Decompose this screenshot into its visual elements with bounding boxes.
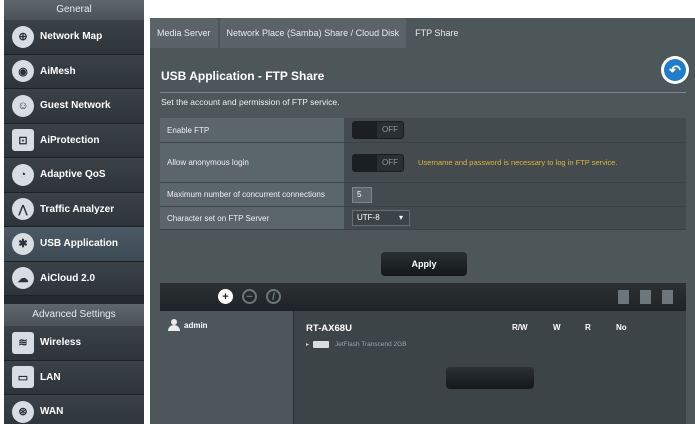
sidebar-item-label: Guest Network [40, 100, 111, 112]
sidebar-item-usb-application[interactable]: ✱ USB Application [4, 227, 144, 262]
setting-value: 5 [344, 183, 686, 206]
setting-row-max-connections: Maximum number of concurrent connections… [160, 183, 686, 207]
top-bar [150, 0, 695, 18]
sidebar-item-label: LAN [40, 371, 61, 383]
expand-arrow-icon: ▸ [306, 342, 310, 348]
usb-disk-icon [313, 341, 330, 348]
enable-ftp-toggle[interactable]: OFF [352, 121, 404, 139]
lock-icon: ⊡ [12, 129, 34, 152]
cloud-icon: ☁ [12, 267, 34, 290]
panel-toolbar: + − / [160, 283, 686, 311]
content-panel: USB Application - FTP Share ↶ Set the ac… [150, 48, 695, 424]
user-name: admin [184, 320, 208, 330]
sidebar-item-aiprotection[interactable]: ⊡ AiProtection [4, 123, 144, 158]
column-header-r: R [585, 323, 591, 332]
user-icon [168, 319, 180, 331]
add-folder-icon[interactable] [618, 290, 629, 304]
setting-row-charset: Character set on FTP Server UTF-8 ▾ [160, 207, 686, 230]
sidebar-item-label: AiProtection [40, 134, 100, 146]
device-name: RT-AX68U [306, 323, 352, 334]
column-header-rw: R/W [512, 323, 528, 332]
max-connections-input[interactable]: 5 [352, 186, 372, 203]
lan-icon: ▭ [12, 366, 34, 389]
sidebar-item-wan[interactable]: ⊛ WAN [4, 395, 144, 424]
anonymous-login-hint: Username and password is necessary to lo… [418, 158, 618, 167]
chevron-down-icon: ▾ [398, 213, 403, 222]
charset-select[interactable]: UTF-8 ▾ [352, 210, 410, 226]
sidebar-advanced-header: Advanced Settings [4, 304, 144, 326]
sidebar-item-guest-network[interactable]: ☺ Guest Network [4, 89, 144, 124]
apply-button[interactable]: Apply [381, 252, 467, 276]
globe-icon: ⊛ [12, 400, 34, 423]
share-permission-panel: + − / admin RT-AX68U R/W W R No ▸ JetFla… [160, 283, 686, 424]
column-header-w: W [553, 323, 561, 332]
toggle-state: OFF [382, 125, 398, 134]
user-list: admin [160, 311, 294, 424]
rename-folder-icon[interactable] [662, 290, 673, 304]
sidebar-item-wireless[interactable]: ≋ Wireless [4, 326, 144, 361]
setting-value: OFF Username and password is necessary t… [344, 143, 686, 182]
main-area: Media Server Network Place (Samba) Share… [150, 0, 695, 424]
sidebar-general-header: General [4, 0, 144, 20]
sidebar-item-label: Network Map [40, 31, 103, 43]
setting-label: Enable FTP [160, 118, 344, 142]
tab-ftp-share[interactable]: FTP Share [408, 18, 466, 48]
user-item-admin[interactable]: admin [168, 319, 208, 331]
wifi-icon: ≋ [12, 331, 34, 354]
tab-network-place[interactable]: Network Place (Samba) Share / Cloud Disk [219, 18, 407, 48]
speedometer-icon: ◔ [12, 163, 34, 186]
setting-label: Allow anonymous login [160, 143, 344, 182]
sidebar-item-label: WAN [40, 406, 64, 418]
edit-user-icon[interactable]: / [266, 289, 281, 304]
add-user-icon[interactable]: + [218, 289, 233, 304]
setting-label: Maximum number of concurrent connections [160, 183, 344, 206]
charset-selected-value: UTF-8 [357, 213, 380, 222]
sidebar-item-label: AiMesh [40, 65, 76, 77]
back-button[interactable]: ↶ [661, 56, 689, 84]
delete-folder-icon[interactable] [640, 290, 651, 304]
setting-row-enable-ftp: Enable FTP OFF [160, 118, 686, 143]
guest-network-icon: ☺ [12, 94, 34, 117]
setting-row-anonymous-login: Allow anonymous login OFF Username and p… [160, 143, 686, 183]
sidebar-item-label: USB Application [40, 238, 118, 250]
sidebar: General ⊕ Network Map ◉ AiMesh ☺ Guest N… [4, 0, 144, 424]
chart-icon: ⋀ [12, 198, 34, 221]
sidebar-item-traffic-analyzer[interactable]: ⋀ Traffic Analyzer [4, 192, 144, 227]
tab-media-server[interactable]: Media Server [150, 18, 218, 48]
anonymous-login-toggle[interactable]: OFF [352, 153, 404, 172]
toggle-state: OFF [382, 157, 398, 167]
sidebar-item-label: Wireless [40, 337, 82, 349]
sidebar-item-lan[interactable]: ▭ LAN [4, 360, 144, 395]
disk-item[interactable]: ▸ JetFlash Transcend 2GB [306, 341, 407, 348]
sidebar-item-aicloud[interactable]: ☁ AiCloud 2.0 [4, 261, 144, 296]
disk-name: JetFlash Transcend 2GB [335, 341, 407, 348]
sidebar-item-label: Adaptive QoS [40, 169, 106, 181]
toggle-knob [353, 154, 377, 171]
remove-user-icon[interactable]: − [242, 289, 257, 304]
toggle-knob [353, 122, 377, 138]
setting-value: UTF-8 ▾ [344, 207, 686, 229]
puzzle-icon: ✱ [12, 232, 34, 255]
sidebar-item-network-map[interactable]: ⊕ Network Map [4, 20, 144, 55]
back-arrow-icon: ↶ [664, 59, 686, 81]
sidebar-separator [4, 296, 144, 304]
sidebar-item-label: AiCloud 2.0 [40, 272, 96, 284]
page-description: Set the account and permission of FTP se… [161, 97, 340, 107]
tab-bar: Media Server Network Place (Samba) Share… [150, 18, 467, 48]
aimesh-icon: ◉ [12, 60, 34, 83]
sidebar-item-adaptive-qos[interactable]: ◔ Adaptive QoS [4, 158, 144, 193]
network-map-icon: ⊕ [12, 25, 34, 48]
sidebar-item-label: Traffic Analyzer [40, 203, 115, 215]
column-header-no: No [616, 323, 627, 332]
page-title: USB Application - FTP Share [161, 69, 325, 83]
setting-label: Character set on FTP Server [160, 207, 344, 229]
settings-table: Enable FTP OFF Allow anonymous login OFF… [160, 118, 686, 230]
save-permission-button[interactable] [446, 367, 534, 389]
sidebar-item-aimesh[interactable]: ◉ AiMesh [4, 54, 144, 89]
title-divider [160, 92, 686, 93]
setting-value: OFF [344, 118, 686, 142]
